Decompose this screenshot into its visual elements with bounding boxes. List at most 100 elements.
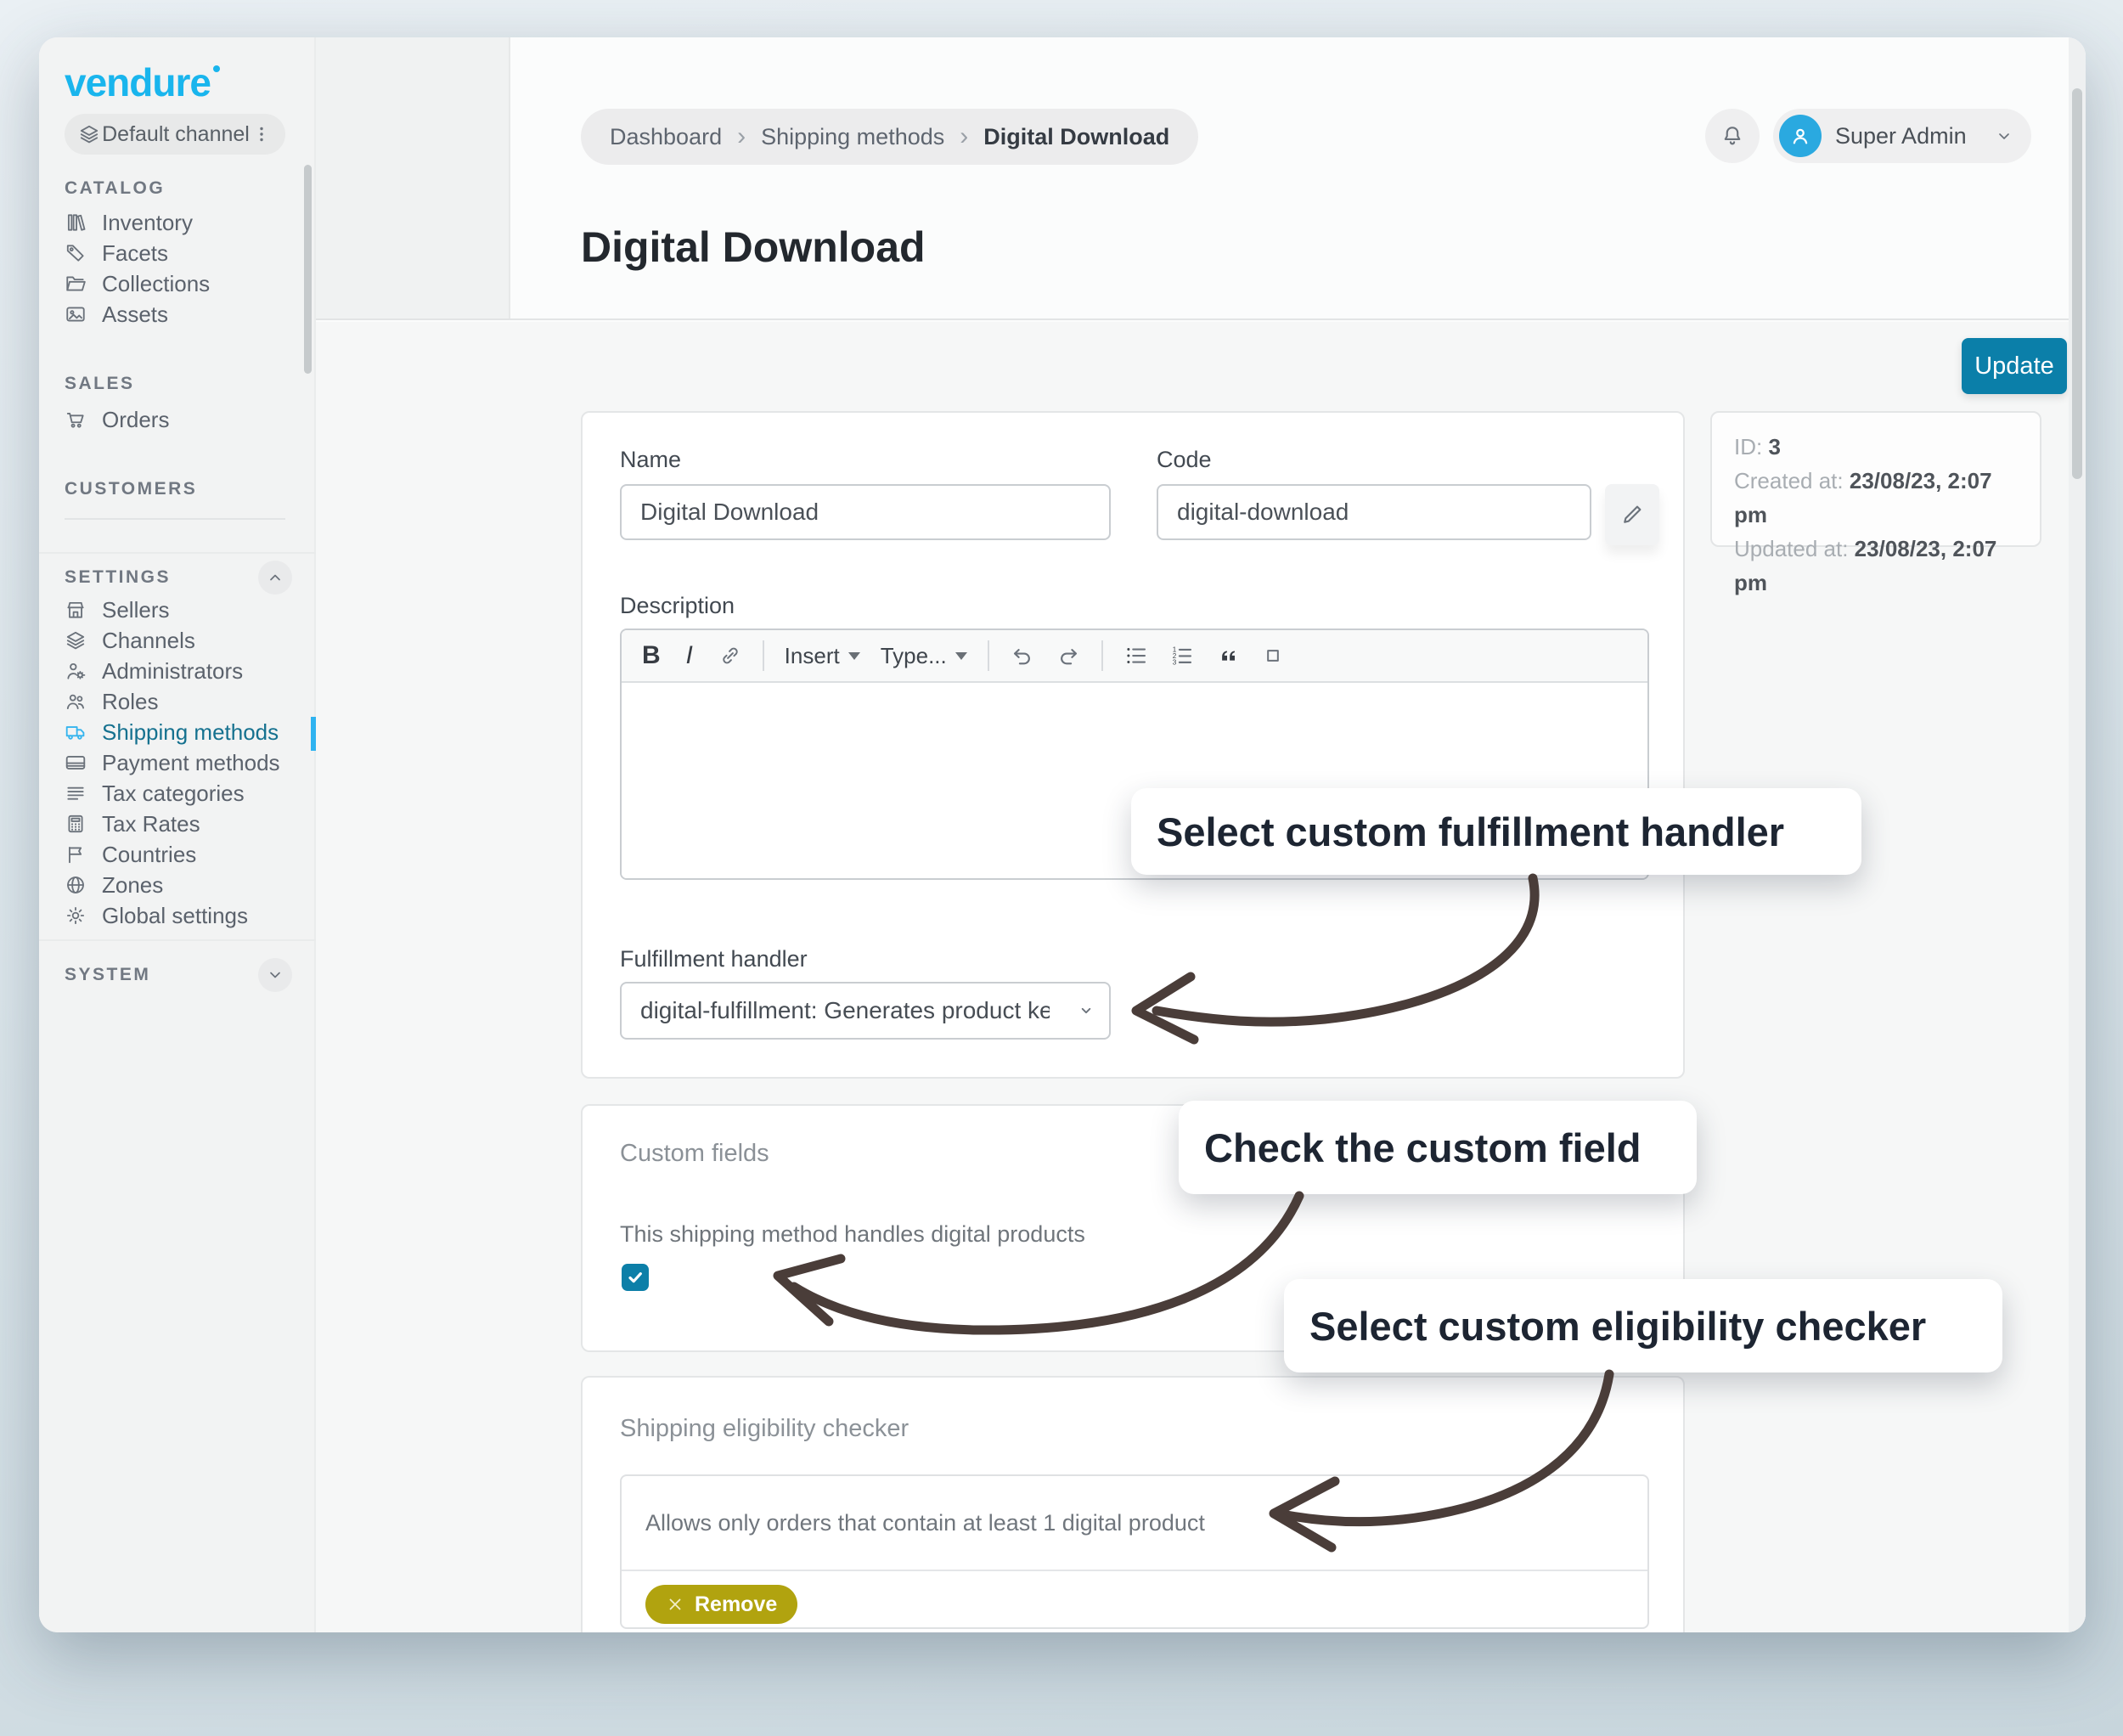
italic-button[interactable]: I (681, 641, 698, 670)
sidebar-item-label: Shipping methods (102, 719, 279, 746)
entity-id-row: ID: 3 (1734, 430, 2018, 464)
user-menu[interactable]: Super Admin (1773, 109, 2031, 163)
sidebar-item-sellers[interactable]: Sellers (65, 595, 294, 625)
blockquote-icon[interactable] (1215, 643, 1241, 668)
code-input[interactable] (1157, 484, 1591, 540)
bullet-list-icon[interactable] (1123, 643, 1149, 668)
sidebar-item-payment-methods[interactable]: Payment methods (65, 747, 294, 778)
sidebar-item-label: Roles (102, 689, 158, 715)
sidebar-item-collections[interactable]: Collections (65, 268, 294, 299)
section-heading-sales: SALES (65, 374, 135, 394)
bold-button[interactable]: B (642, 641, 661, 670)
breadcrumb-shipping-methods[interactable]: Shipping methods (761, 124, 944, 150)
fulfillment-handler-label: Fulfillment handler (620, 946, 808, 972)
sidebar-item-label: Collections (102, 271, 210, 297)
pencil-icon (1619, 502, 1645, 527)
sidebar-item-facets[interactable]: Facets (65, 238, 294, 268)
sidebar: vendure Default channel CATALOG Inventor… (39, 37, 316, 1632)
channel-switcher[interactable]: Default channel (65, 114, 285, 155)
tag-icon (65, 242, 87, 264)
name-label: Name (620, 447, 681, 473)
numbered-list-icon[interactable]: 123 (1169, 643, 1195, 668)
chevron-down-icon (1075, 1000, 1097, 1022)
vendure-logo: vendure (65, 59, 220, 105)
sidebar-item-administrators[interactable]: Administrators (65, 656, 294, 686)
collapse-settings-button[interactable] (258, 561, 292, 595)
truck-icon (65, 721, 87, 743)
horizontal-rule-icon[interactable] (1261, 644, 1285, 668)
fulfillment-handler-select[interactable]: digital-fulfillment: Generates product k… (620, 982, 1111, 1040)
flag-icon (65, 843, 87, 865)
created-label: Created at: (1734, 468, 1844, 493)
sidebar-item-label: Countries (102, 842, 196, 868)
sidebar-item-label: Sellers (102, 597, 169, 623)
sidebar-item-tax-categories[interactable]: Tax categories (65, 778, 294, 809)
sidebar-item-roles[interactable]: Roles (65, 686, 294, 717)
expand-system-button[interactable] (258, 958, 292, 992)
section-heading-settings: SETTINGS (65, 567, 171, 588)
update-button[interactable]: Update (1962, 338, 2067, 394)
section-heading-catalog: CATALOG (65, 178, 165, 199)
avatar (1779, 115, 1822, 157)
page-scrollbar-thumb[interactable] (2072, 88, 2082, 479)
cart-icon (65, 409, 87, 431)
page-scrollbar-track[interactable] (2069, 37, 2086, 1632)
check-icon (624, 1266, 646, 1288)
sidebar-item-countries[interactable]: Countries (65, 839, 294, 870)
edit-code-button[interactable] (1605, 484, 1659, 545)
breadcrumb: Dashboard › Shipping methods › Digital D… (581, 109, 1198, 165)
sidebar-item-zones[interactable]: Zones (65, 870, 294, 900)
chevron-down-icon (1994, 126, 2014, 146)
sidebar-item-tax-rates[interactable]: Tax Rates (65, 809, 294, 839)
breadcrumb-dashboard[interactable]: Dashboard (610, 124, 722, 150)
sidebar-item-label: Payment methods (102, 750, 280, 776)
admin-app-window: vendure Default channel CATALOG Inventor… (39, 37, 2086, 1632)
remove-checker-button[interactable]: Remove (645, 1585, 797, 1624)
sidebar-scrollbar[interactable] (304, 165, 312, 374)
chevron-down-icon (265, 965, 285, 985)
page-title: Digital Download (581, 223, 926, 272)
sidebar-item-label: Tax categories (102, 781, 245, 807)
custom-fields-title: Custom fields (620, 1140, 769, 1168)
close-icon (666, 1595, 684, 1614)
kebab-menu-icon[interactable] (251, 124, 272, 144)
redo-icon[interactable] (1056, 643, 1081, 668)
sidebar-item-label: Zones (102, 872, 163, 899)
chevron-up-icon (265, 567, 285, 588)
credit-card-icon (65, 752, 87, 774)
annotation-fulfillment-handler: Select custom fulfillment handler (1131, 788, 1861, 875)
id-label: ID: (1734, 434, 1762, 459)
type-menu[interactable]: Type... (881, 643, 967, 669)
sidebar-item-orders[interactable]: Orders (65, 404, 294, 435)
insert-menu[interactable]: Insert (785, 643, 860, 669)
books-icon (65, 211, 87, 234)
notifications-button[interactable] (1705, 109, 1760, 163)
link-icon[interactable] (718, 644, 742, 668)
sidebar-item-assets[interactable]: Assets (65, 299, 294, 330)
id-value: 3 (1768, 434, 1780, 459)
digital-products-checkbox-label: This shipping method handles digital pro… (620, 1221, 1085, 1248)
sidebar-item-label: Channels (102, 628, 195, 654)
caret-down-icon (955, 652, 967, 660)
sidebar-item-inventory[interactable]: Inventory (65, 207, 294, 238)
digital-products-checkbox[interactable] (622, 1264, 649, 1291)
remove-label: Remove (695, 1592, 777, 1617)
logo-trademark-dot (213, 65, 220, 72)
toolbar-divider (763, 640, 764, 671)
sidebar-item-shipping-methods[interactable]: Shipping methods (65, 717, 294, 747)
undo-icon[interactable] (1010, 643, 1035, 668)
calculator-icon (65, 813, 87, 835)
insert-label: Insert (785, 643, 840, 669)
entity-info-panel: ID: 3 Created at: 23/08/23, 2:07 pm Upda… (1710, 411, 2041, 547)
sidebar-item-label: Tax Rates (102, 811, 200, 837)
sidebar-item-global-settings[interactable]: Global settings (65, 900, 294, 931)
eligibility-checker-box: Allows only orders that contain at least… (620, 1474, 1649, 1629)
breadcrumb-current: Digital Download (983, 124, 1169, 150)
logo-text: vendure (65, 60, 211, 104)
globe-icon (65, 874, 87, 896)
updated-label: Updated at: (1734, 536, 1848, 561)
sidebar-section-divider (39, 552, 316, 554)
name-input[interactable] (620, 484, 1111, 540)
eligibility-checker-actions: Remove (622, 1571, 1647, 1632)
sidebar-item-channels[interactable]: Channels (65, 625, 294, 656)
